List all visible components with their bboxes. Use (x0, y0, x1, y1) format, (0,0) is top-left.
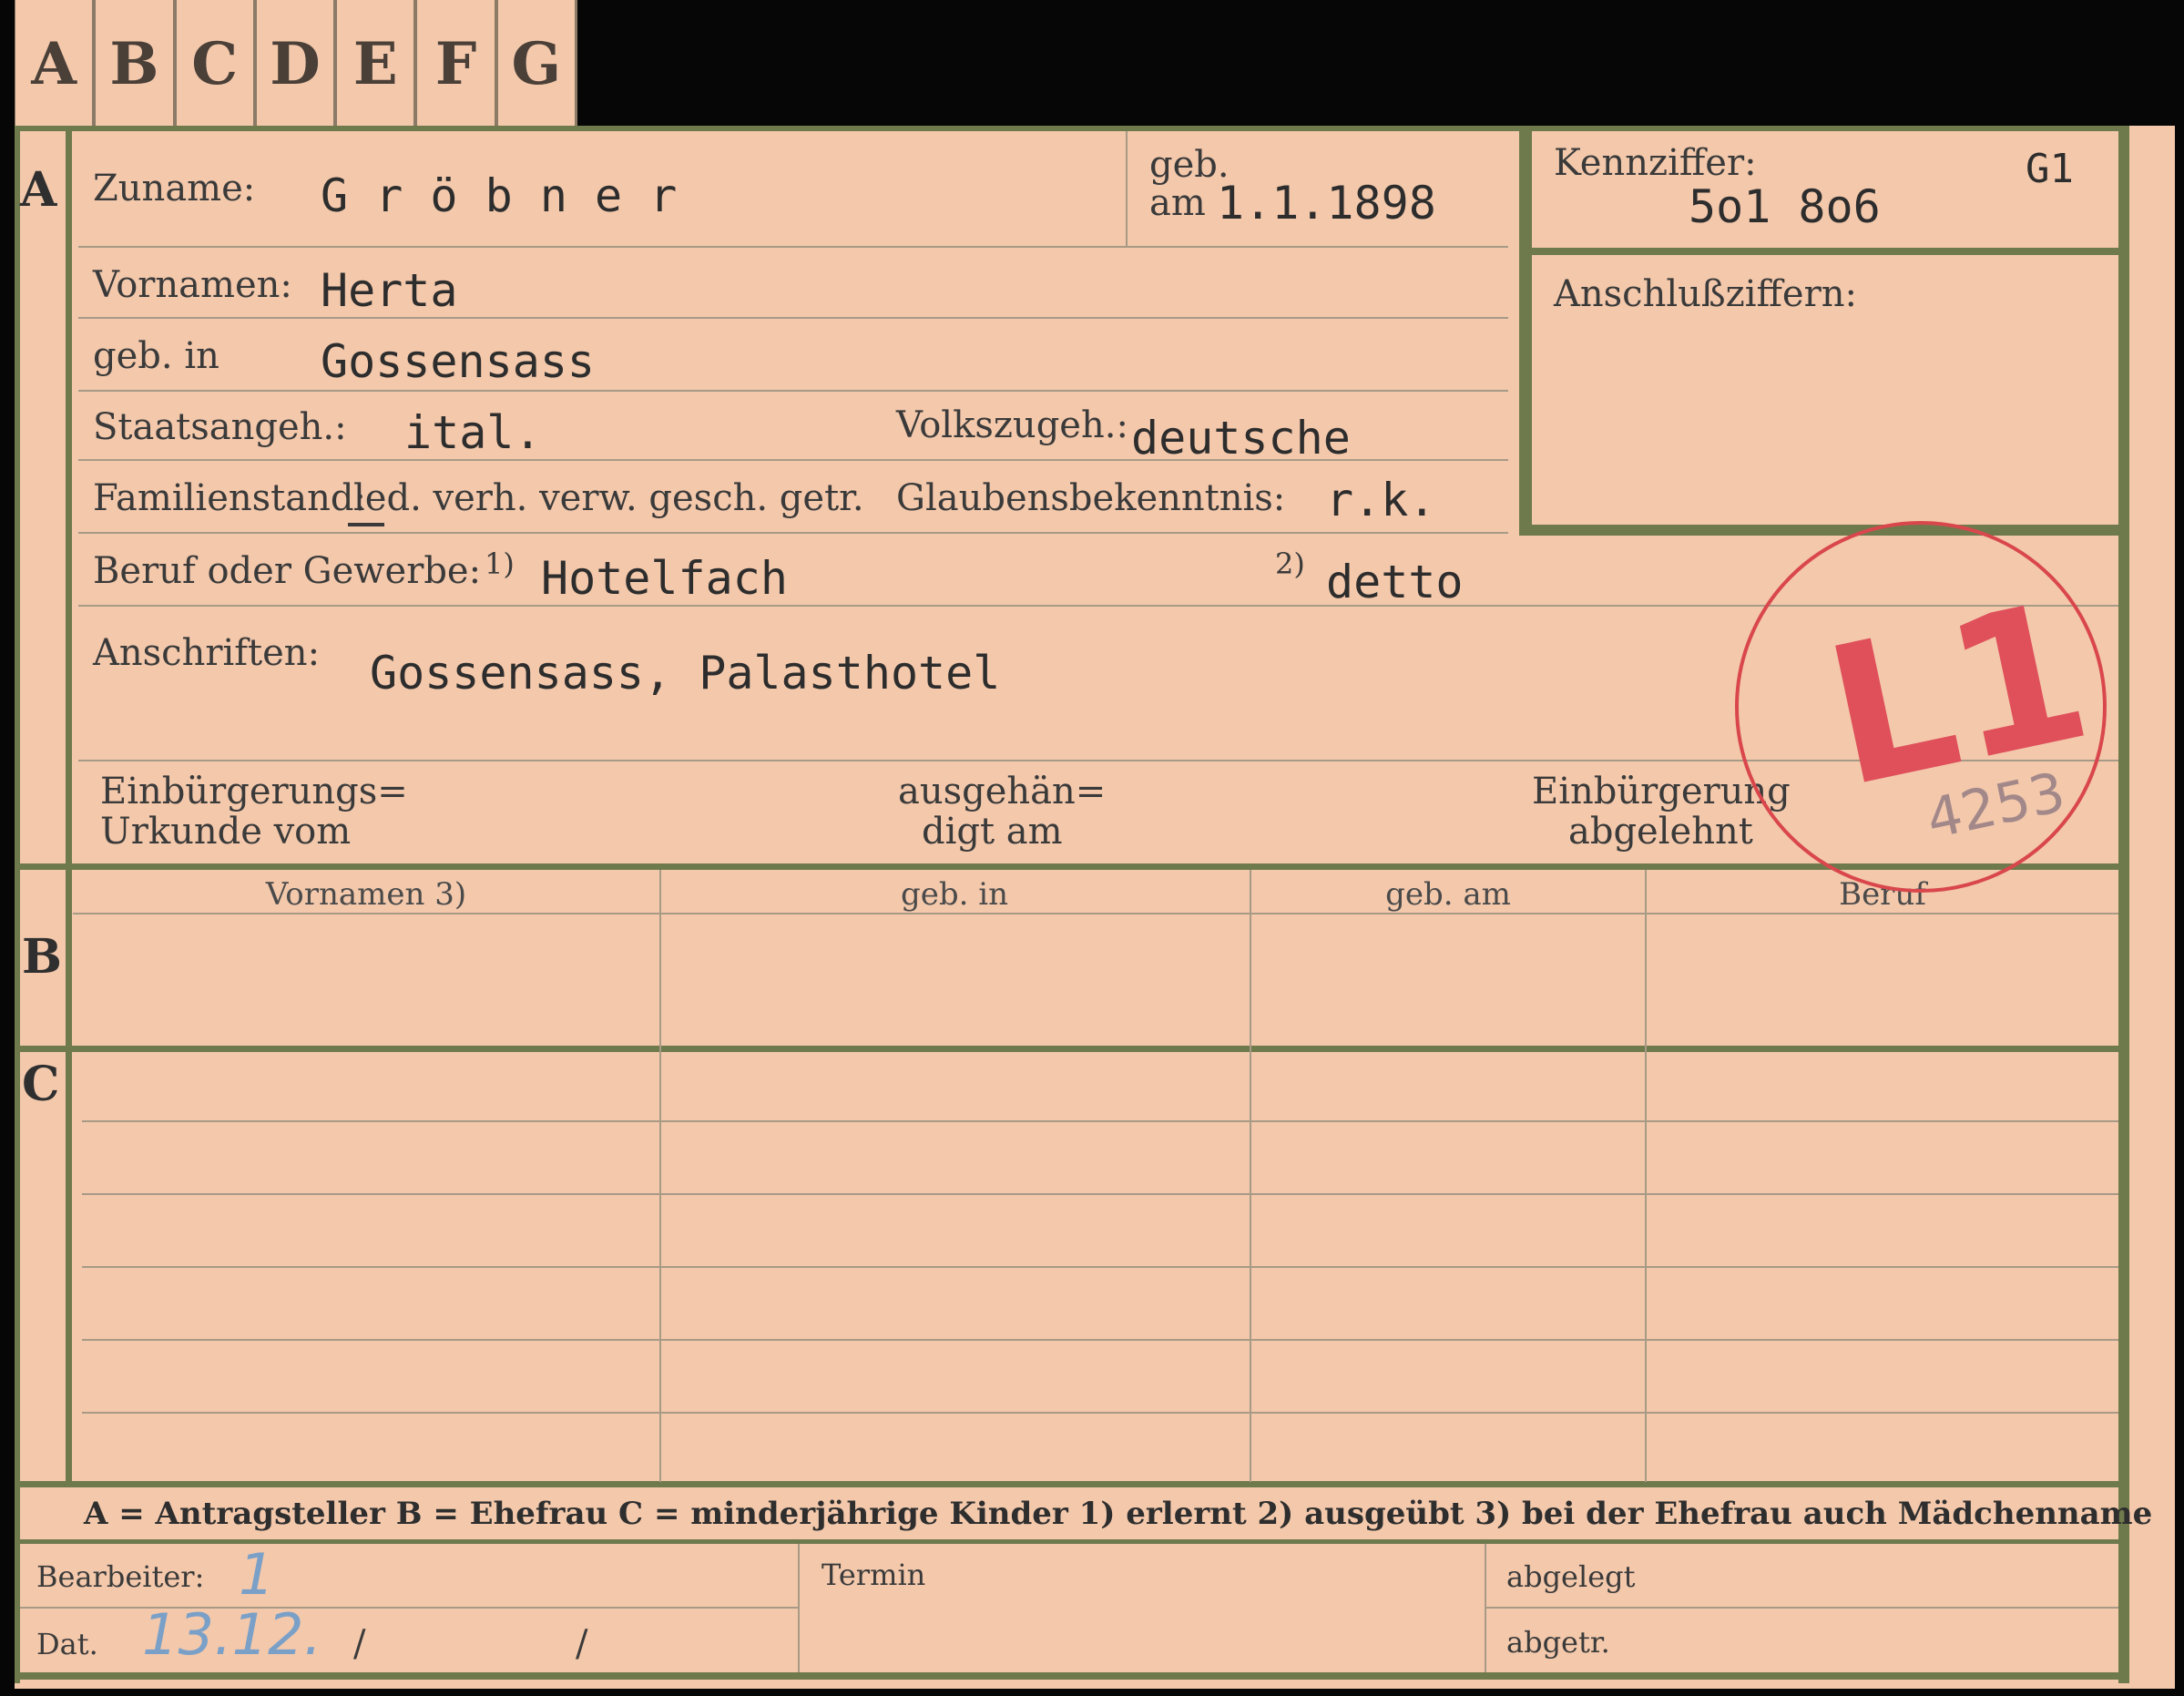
col-header-geb-am: geb. am (1385, 876, 1511, 913)
c-row-4 (82, 1339, 2118, 1341)
section-b-label: B (22, 929, 62, 985)
anschluss-label: Anschlußziffern: (1554, 273, 1857, 315)
einb-ausg-l2: digt am (922, 811, 1063, 853)
tab-d: D (255, 0, 337, 128)
familienstand-underline (348, 523, 384, 526)
c-row-1 (82, 1120, 2118, 1122)
anschriften-value: Gossensass, Palasthotel (370, 647, 1001, 700)
outer-top-border (15, 126, 2129, 131)
beruf-label: Beruf oder Gewerbe: (93, 550, 482, 592)
vornamen-value: Herta (321, 264, 458, 317)
c-row-5 (82, 1412, 2118, 1414)
section-b-bottom (15, 1046, 2124, 1052)
section-column-border (66, 126, 72, 1483)
kennziffer-value: 5o1 8o6 (1689, 180, 1881, 233)
termin-label: Termin (822, 1558, 926, 1592)
staatsangeh-label: Staatsangeh.: (93, 406, 347, 448)
tab-f: F (416, 0, 497, 128)
bearbeiter-initial: 1 (239, 1541, 275, 1608)
familienstand-options: led. verh. verw. gesch. getr. (353, 477, 864, 519)
birth-divider (1126, 131, 1128, 246)
footer-mid-line-left (20, 1607, 798, 1609)
beruf-value-1: Hotelfach (541, 552, 788, 605)
familienstand-label: Familienstand: (93, 477, 366, 519)
dat-label: Dat. (36, 1627, 98, 1661)
legend-bottom (15, 1539, 2124, 1544)
beruf-marker-2: 2) (1275, 547, 1305, 581)
legend-top (15, 1481, 2124, 1487)
tab-g: G (496, 0, 577, 128)
index-tabs: A B C D E F G (15, 0, 577, 128)
outer-left-border (15, 126, 20, 1683)
tab-a: A (15, 0, 96, 128)
row-line-3 (78, 390, 1508, 392)
footer-col-1 (798, 1544, 800, 1672)
footer-mid-line-right (1486, 1607, 2118, 1609)
section-a-bottom (15, 863, 2124, 870)
row-line-1 (78, 246, 1508, 248)
header-underline (73, 913, 2118, 914)
einb-urkunde-l2: Urkunde vom (100, 811, 352, 853)
anschriften-label: Anschriften: (93, 632, 321, 674)
abgetr-label: abgetr. (1506, 1625, 1610, 1660)
section-c-label: C (22, 1057, 60, 1112)
beruf-marker-1: 1) (485, 547, 515, 581)
glauben-label: Glaubensbekenntnis: (896, 477, 1286, 519)
col-header-geb-in: geb. in (900, 876, 1009, 913)
birth-label-am: am (1149, 182, 1206, 224)
geb-in-value: Gossensass (321, 335, 596, 388)
bearbeiter-label: Bearbeiter: (36, 1559, 205, 1594)
row-line-5 (78, 532, 1508, 534)
tab-e: E (336, 0, 417, 128)
einb-abg-l2: abgelehnt (1568, 811, 1753, 853)
dat-value: 13.12. (142, 1601, 322, 1668)
c-row-3 (82, 1266, 2118, 1268)
staatsangeh-value: ital. (404, 406, 542, 459)
outer-right-border (2118, 126, 2129, 1683)
volkszugeh-value: deutsche (1131, 412, 1351, 465)
beruf-value-2: detto (1326, 556, 1464, 608)
volkszugeh-label: Volkszugeh.: (896, 404, 1128, 446)
kennziffer-divider (1532, 248, 2122, 255)
abgelegt-label: abgelegt (1506, 1559, 1636, 1594)
row-line-2 (78, 317, 1508, 319)
c-row-2 (82, 1193, 2118, 1195)
kennziffer-code: G1 (2026, 146, 2074, 192)
geb-in-label: geb. in (93, 335, 219, 377)
kennziffer-box-bottom (1519, 525, 2122, 536)
birth-date-value: 1.1.1898 (1217, 177, 1436, 230)
col-line-3 (1645, 870, 1647, 1482)
einb-urkunde-l1: Einbürgerungs= (100, 771, 408, 812)
kennziffer-box-left (1519, 131, 1532, 536)
tab-c: C (175, 0, 256, 128)
glauben-value: r.k. (1326, 474, 1436, 526)
vornamen-label: Vornamen: (93, 264, 292, 306)
dat-slash-1: / (353, 1623, 366, 1665)
tab-b: B (95, 0, 176, 128)
outer-bottom-border (15, 1672, 2129, 1680)
col-header-vornamen: Vornamen 3) (265, 876, 467, 913)
dat-slash-2: / (576, 1623, 588, 1665)
einb-ausg-l1: ausgehän= (898, 771, 1107, 812)
col-line-2 (1250, 870, 1251, 1482)
surname-value: G r ö b n e r (321, 169, 678, 222)
row-line-4 (78, 459, 1508, 461)
section-a-label: A (20, 162, 57, 218)
col-line-1 (659, 870, 661, 1482)
surname-label: Zuname: (93, 168, 256, 209)
kennziffer-label: Kennziffer: (1554, 142, 1757, 184)
legend-text: A = Antragsteller B = Ehefrau C = minder… (84, 1496, 2153, 1532)
